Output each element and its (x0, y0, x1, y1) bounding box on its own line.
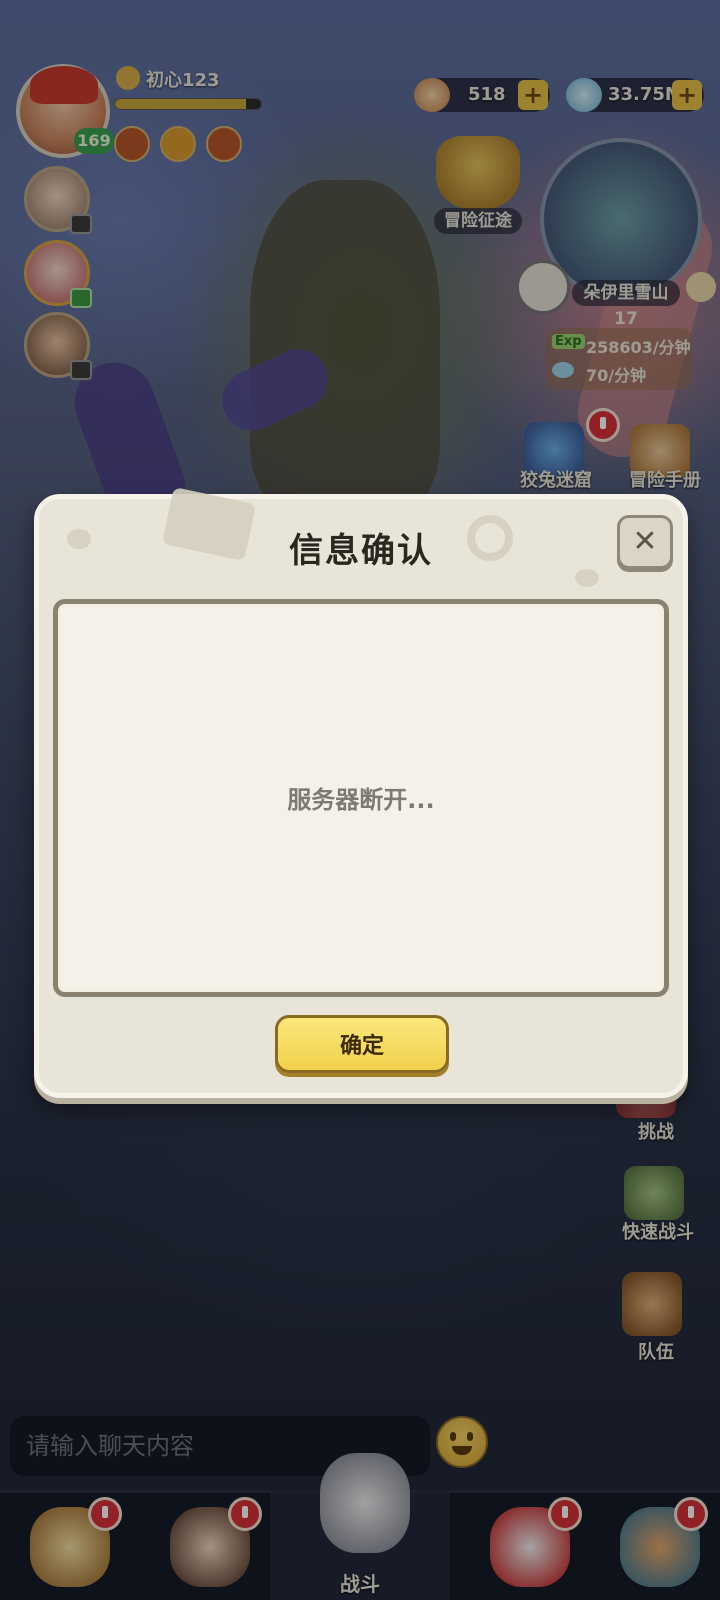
info-confirm-dialog: 信息确认 ✕ 服务器断开... 确定 (34, 486, 688, 1098)
confirm-button[interactable]: 确定 (275, 1015, 449, 1073)
dialog-message: 服务器断开... (287, 786, 435, 814)
close-icon: ✕ (632, 524, 658, 559)
dialog-body: 服务器断开... (53, 599, 669, 997)
dialog-title: 信息确认 (289, 531, 433, 571)
close-button[interactable]: ✕ (617, 515, 673, 569)
